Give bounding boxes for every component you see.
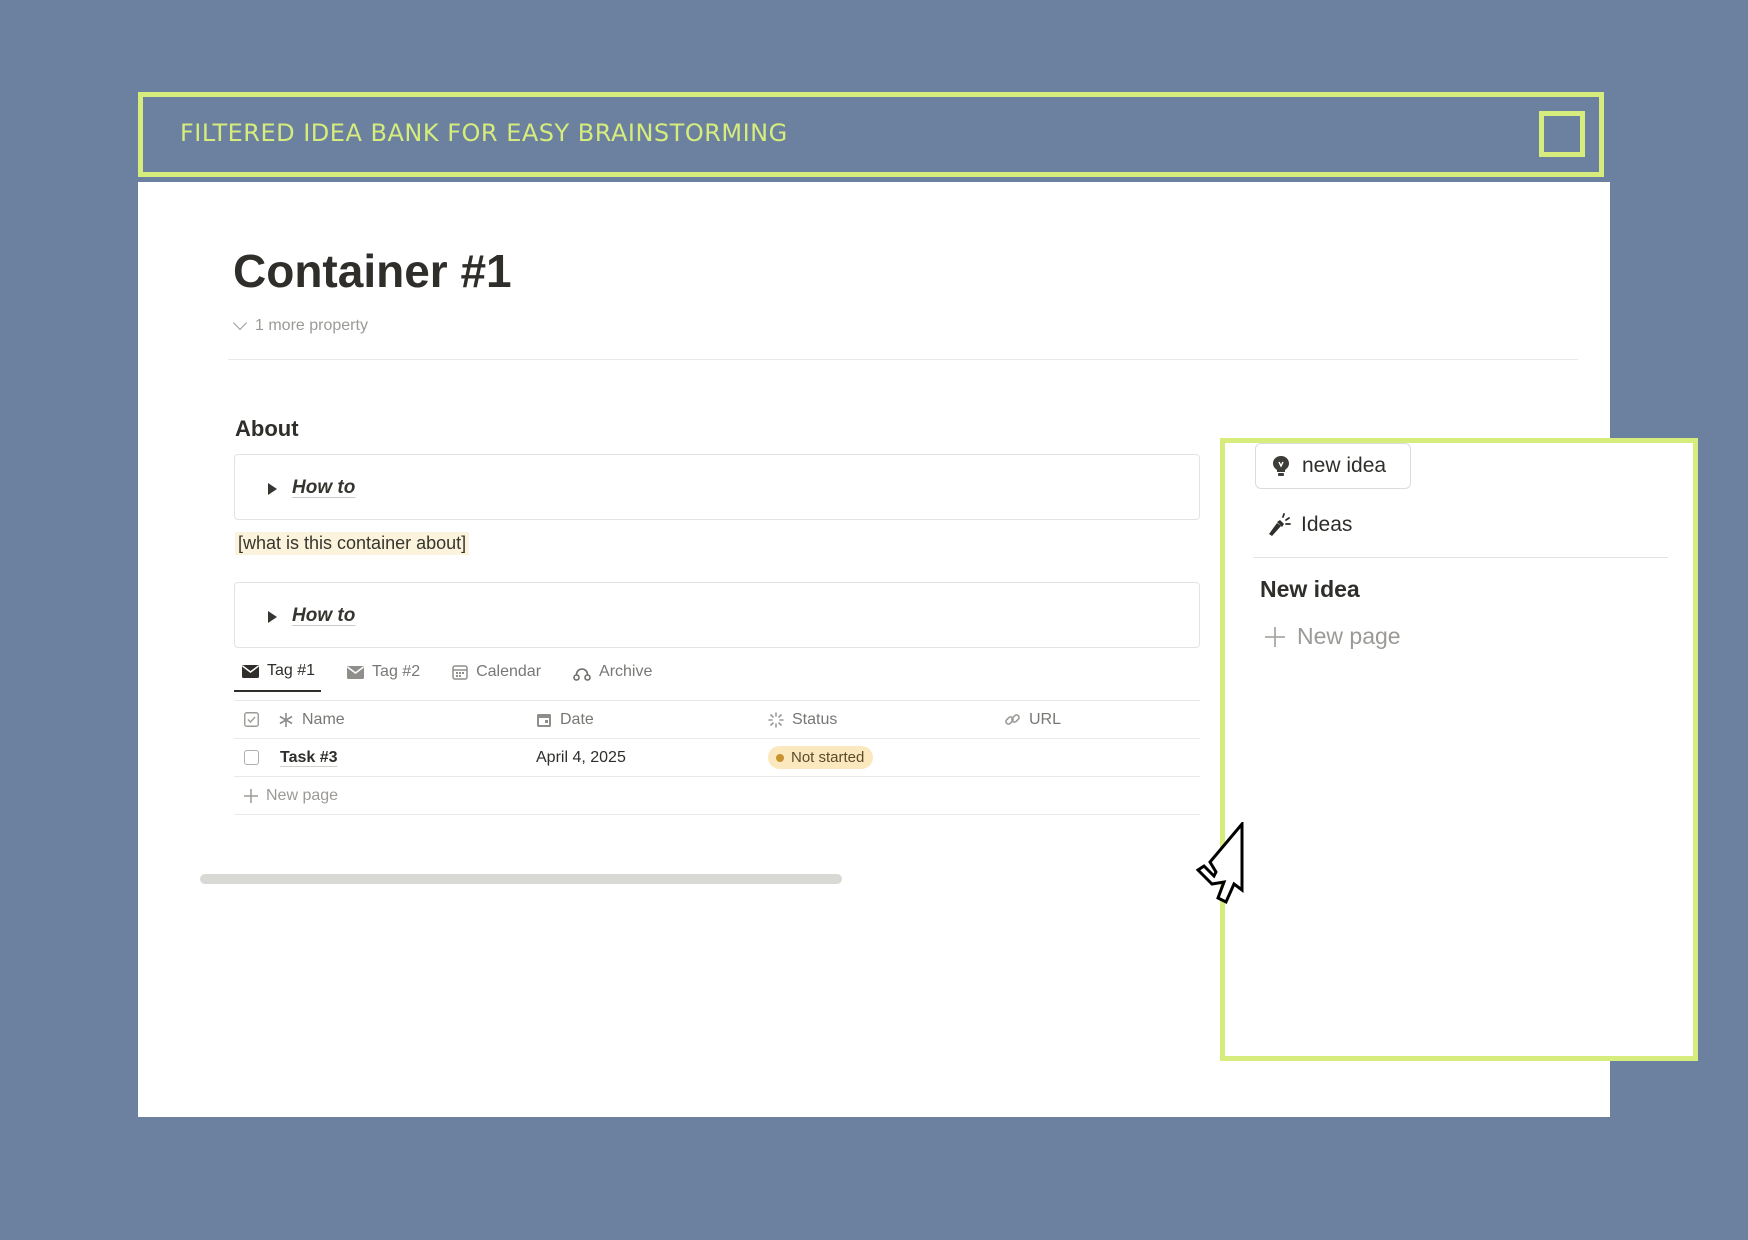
asterisk-icon: [279, 712, 293, 727]
page-title: Container #1: [233, 245, 512, 297]
row-date[interactable]: April 4, 2025: [536, 739, 626, 776]
plus-icon: [1265, 626, 1285, 647]
column-header-name[interactable]: Name: [278, 701, 345, 738]
toggle-arrow-icon[interactable]: [268, 483, 277, 495]
table-header-row: Name Date Status URL: [234, 701, 1200, 739]
new-page-label: New page: [1297, 623, 1401, 649]
status-label: Not started: [791, 749, 865, 766]
status-icon: [768, 711, 784, 728]
divider: [1253, 557, 1668, 558]
checkbox-icon: [244, 750, 259, 765]
tab-label: Tag #2: [372, 663, 421, 680]
new-idea-button[interactable]: new idea: [1255, 443, 1411, 489]
link-icon: [1005, 714, 1020, 725]
status-dot-icon: [776, 753, 784, 762]
more-property-label: 1 more property: [255, 317, 368, 334]
banner-square-icon: [1539, 111, 1585, 157]
about-placeholder-text: [what is this container about]: [235, 532, 470, 555]
toggle-label[interactable]: How to: [292, 605, 355, 627]
status-badge[interactable]: Not started: [768, 746, 874, 769]
toggle-label[interactable]: How to: [292, 477, 355, 499]
new-idea-label: new idea: [1302, 454, 1387, 477]
chevron-down-icon: [232, 315, 248, 331]
tab-tag-2[interactable]: Tag #2: [339, 662, 426, 692]
more-property-toggle[interactable]: 1 more property: [232, 315, 368, 335]
hand-cursor-icon: [1195, 822, 1244, 905]
ideas-label: Ideas: [1301, 513, 1353, 536]
row-name[interactable]: Task #3: [280, 739, 338, 776]
row-checkbox[interactable]: [244, 739, 259, 776]
banner: FILTERED IDEA BANK FOR EASY BRAINSTORMIN…: [138, 92, 1604, 177]
view-tabs: Tag #1 Tag #2 Calendar Archive: [234, 662, 658, 692]
select-all-checkbox[interactable]: [244, 701, 259, 738]
toggle-block-how-to-2[interactable]: How to: [234, 582, 1200, 648]
row-status[interactable]: Not started: [768, 739, 874, 776]
about-heading: About: [235, 416, 299, 441]
new-page-button[interactable]: New page: [244, 777, 338, 814]
column-header-status[interactable]: Status: [768, 701, 837, 738]
table-row[interactable]: Task #3 April 4, 2025 Not started: [234, 739, 1200, 777]
tab-archive[interactable]: Archive: [565, 662, 658, 692]
archive-icon: [573, 667, 591, 681]
calendar-icon: [537, 713, 551, 727]
ideas-view[interactable]: Ideas: [1267, 513, 1352, 537]
database-table: Name Date Status URL Task #3 April 4, 20…: [234, 701, 1200, 815]
group-heading: New idea: [1260, 576, 1360, 602]
flashlight-icon: [1269, 513, 1291, 536]
lightbulb-icon: [1273, 456, 1289, 476]
plus-icon: [244, 788, 258, 803]
toggle-block-how-to-1[interactable]: How to: [234, 454, 1200, 520]
column-label: Status: [792, 710, 838, 728]
tab-label: Archive: [599, 663, 653, 680]
column-label: Name: [302, 710, 345, 728]
tab-calendar[interactable]: Calendar: [444, 662, 547, 692]
tab-tag-1[interactable]: Tag #1: [234, 662, 322, 692]
ideas-side-panel: new idea Ideas New idea New page: [1220, 438, 1698, 1061]
column-label: Date: [560, 710, 594, 728]
new-page-row[interactable]: New page: [234, 777, 1200, 815]
toggle-arrow-icon[interactable]: [268, 611, 277, 623]
horizontal-scrollbar[interactable]: [200, 874, 842, 884]
column-header-date[interactable]: Date: [536, 701, 594, 738]
envelope-icon: [242, 664, 259, 678]
checkbox-icon: [244, 712, 259, 727]
column-label: URL: [1029, 710, 1062, 728]
envelope-icon: [347, 665, 365, 679]
tab-label: Tag #1: [267, 662, 316, 679]
new-page-label: New page: [266, 786, 339, 804]
divider: [228, 359, 1578, 360]
calendar-icon: [452, 665, 468, 680]
tab-label: Calendar: [476, 663, 542, 680]
banner-title: FILTERED IDEA BANK FOR EASY BRAINSTORMIN…: [180, 119, 788, 147]
new-page-button[interactable]: New page: [1265, 623, 1401, 650]
column-header-url[interactable]: URL: [1004, 701, 1061, 738]
